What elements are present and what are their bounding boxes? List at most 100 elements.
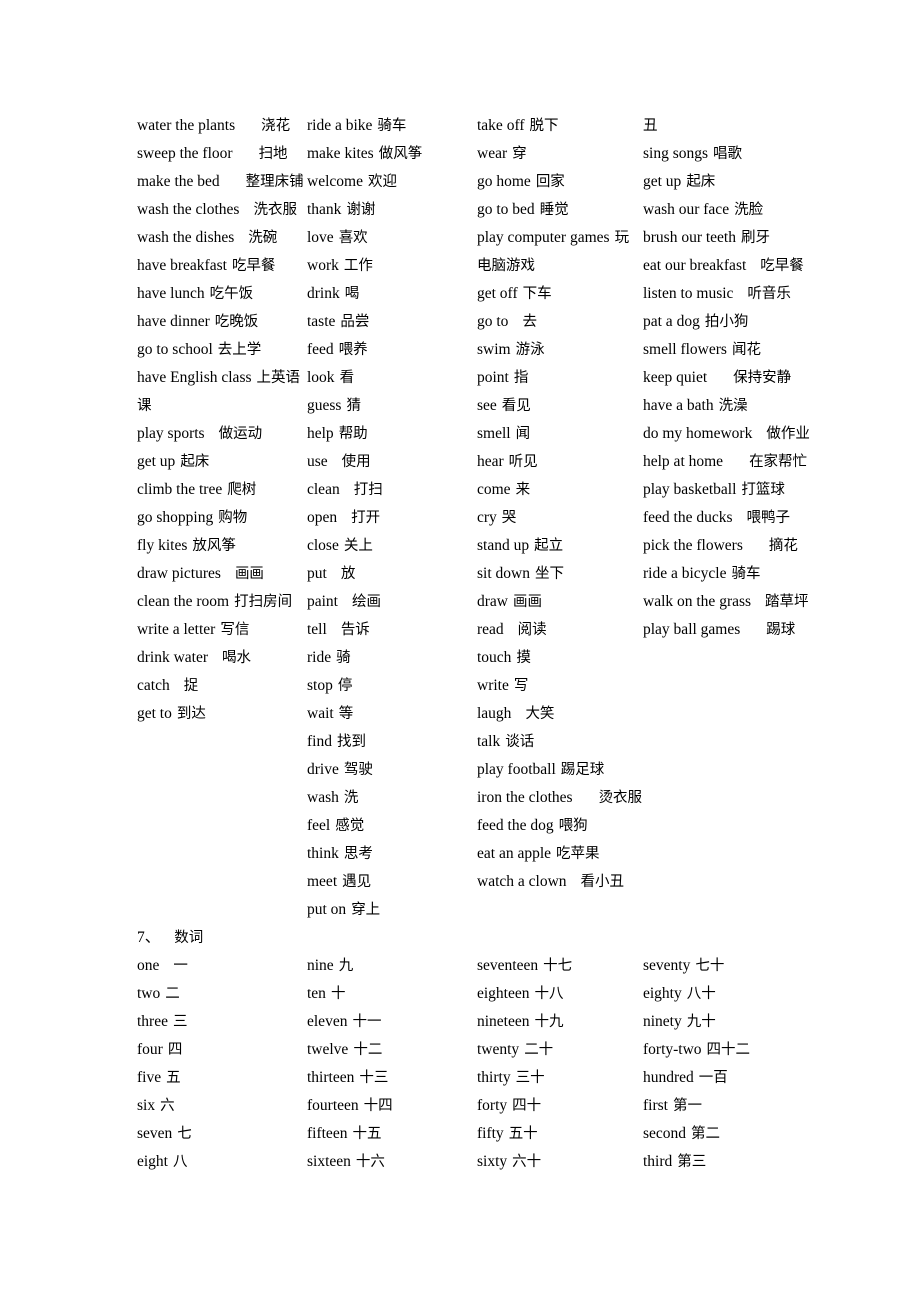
vocabulary-entry-english: do my homework (643, 425, 753, 442)
vocabulary-entry-chinese: 使用 (341, 454, 371, 470)
vocabulary-entry-item: play sports 做运动 (137, 420, 307, 448)
vocabulary-entry-item: clean 打扫 (307, 476, 477, 504)
vocabulary-entry-english: tell (307, 621, 327, 638)
vocabulary-entry-chinese: 烫衣服 (598, 790, 643, 806)
number-entry-chinese: 三 (172, 1014, 188, 1030)
vocabulary-entry-chinese: 打扫房间 (234, 594, 293, 610)
vocabulary-entry-english: play basketball (643, 481, 737, 498)
vocabulary-entry-chinese: 游泳 (515, 342, 545, 358)
vocabulary-entry-chinese: 喜欢 (338, 230, 368, 246)
vocabulary-entry-item: listen to music 听音乐 (643, 280, 833, 308)
number-entry-item: nineteen 十九 (477, 1008, 643, 1036)
number-entry-english: one (137, 957, 160, 974)
number-entry-chinese: 九十 (686, 1014, 716, 1030)
vocabulary-entry-item: talk 谈话 (477, 728, 643, 756)
vocabulary-entry-english: get up (137, 453, 176, 470)
vocabulary-entry-item: put 放 (307, 560, 477, 588)
vocabulary-entry-english: have dinner (137, 313, 210, 330)
vocabulary-entry-chinese: 打扫 (353, 482, 383, 498)
vocabulary-entry-item: drink 喝 (307, 280, 477, 308)
number-entry-chinese: 七十 (695, 958, 725, 974)
vocabulary-entry-item: write 写 (477, 672, 643, 700)
vocabulary-entry-item: climb the tree 爬树 (137, 476, 307, 504)
vocabulary-entry-item: tell 告诉 (307, 616, 477, 644)
vocabulary-entry-item: put on 穿上 (307, 896, 477, 924)
vocabulary-entry-chinese: 起床 (180, 454, 210, 470)
vocabulary-entry-chinese: 画画 (513, 594, 542, 610)
vocabulary-entry-item: feed 喂养 (307, 336, 477, 364)
number-entry-chinese: 六十 (512, 1154, 542, 1170)
number-entry-english: forty (477, 1097, 508, 1114)
vocabulary-entry-chinese: 指 (513, 370, 529, 386)
number-entry-item: sixteen 十六 (307, 1148, 477, 1176)
number-entry-item: two 二 (137, 980, 307, 1008)
vocabulary-entry-english: sweep the floor (137, 145, 233, 162)
vocabulary-entry-english: guess (307, 397, 342, 414)
number-entry-english: first (643, 1097, 668, 1114)
number-entry-item: one 一 (137, 952, 307, 980)
number-entry-item: ten 十 (307, 980, 477, 1008)
vocabulary-entry-english: brush our teeth (643, 229, 736, 246)
vocabulary-entry-item: thank 谢谢 (307, 196, 477, 224)
vocabulary-entry-chinese: 喝 (344, 286, 360, 302)
number-entry-english: thirty (477, 1069, 511, 1086)
number-entry-item: thirty 三十 (477, 1064, 643, 1092)
section-heading: 7、 数词 (137, 924, 837, 952)
vocabulary-entry-item: play football 踢足球 (477, 756, 643, 784)
vocabulary-entry-item: have lunch 吃午饭 (137, 280, 307, 308)
number-entry-english: hundred (643, 1069, 694, 1086)
vocabulary-entry-english: play sports (137, 425, 205, 442)
vocabulary-entry-chinese: 骑车 (731, 566, 761, 582)
number-entry-english: thirteen (307, 1069, 355, 1086)
numbers-column-3: seventeen 十七 eighteen 十八 nineteen 十九 twenty 二十 t… (477, 952, 643, 1176)
vocabulary-entry-item: close 关上 (307, 532, 477, 560)
vocabulary-entry-english: wait (307, 705, 334, 722)
vocabulary-entry-item: wash the dishes 洗碗 (137, 224, 307, 252)
vocabulary-entry-english: catch (137, 677, 170, 694)
number-entry-english: nineteen (477, 1013, 530, 1030)
vocabulary-entry-english: touch (477, 649, 512, 666)
vocabulary-entry-chinese: 去上学 (217, 342, 262, 358)
number-entry-chinese: 九 (338, 958, 354, 974)
vocabulary-entry-chinese: 在家帮忙 (749, 454, 808, 470)
vocabulary-entry-english: watch a clown (477, 873, 567, 890)
numbers-column-2: nine 九 ten 十 eleven 十一 twelve 十二 thirteen 十三 fourt… (307, 952, 477, 1176)
vocabulary-entry-chinese: 保持安静 (733, 370, 792, 386)
number-entry-chinese: 第三 (677, 1154, 707, 1170)
numbers-column-1: one 一 two 二 three 三 four 四 five 五 six 六 seven 七 eight 八 (137, 952, 307, 1176)
vocabulary-entry-item: play ball games 踢球 (643, 616, 833, 644)
number-entry-english: six (137, 1097, 156, 1114)
vocabulary-entry-english: take off (477, 117, 525, 134)
number-entry-chinese: 七 (177, 1126, 192, 1142)
vocabulary-entry-item: stand up 起立 (477, 532, 643, 560)
vocabulary-entry-item: go to bed 睡觉 (477, 196, 643, 224)
vocabulary-entry-chinese: 喂鸭子 (746, 510, 791, 526)
vocabulary-entry-english: have a bath (643, 397, 714, 414)
vocabulary-entry-english: put on (307, 901, 347, 918)
vocabulary-entry-item: wash our face 洗脸 (643, 196, 833, 224)
vocabulary-entry-chinese: 大笑 (525, 706, 555, 722)
vocabulary-entry-chinese: 帮助 (338, 426, 368, 442)
vocabulary-entry-chinese: 骑 (336, 650, 351, 666)
vocabulary-entry-chinese: 吃午饭 (209, 286, 254, 302)
vocabulary-grid: water the plants 浇花 sweep the floor 扫地 make … (137, 112, 837, 924)
vocabulary-entry-chinese: 到达 (176, 706, 206, 722)
number-entry-chinese: 四 (167, 1042, 183, 1058)
vocabulary-entry-english: drink (307, 285, 340, 302)
vocabulary-entry-english: drive (307, 761, 339, 778)
vocabulary-entry-english: drink water (137, 649, 209, 666)
vocabulary-entry-item: make kites 做风筝 (307, 140, 477, 168)
vocabulary-column-2: ride a bike 骑车 make kites 做风筝 welcome 欢迎 thank… (307, 112, 477, 924)
vocabulary-entry-chinese: 画画 (234, 566, 264, 582)
number-entry-item: fourteen 十四 (307, 1092, 477, 1120)
vocabulary-entry-english: feel (307, 817, 331, 834)
number-entry-item: hundred 一百 (643, 1064, 833, 1092)
vocabulary-entry-chinese: 绘画 (352, 594, 381, 610)
vocabulary-entry-chinese: 闻花 (731, 342, 761, 358)
number-entry-item: twelve 十二 (307, 1036, 477, 1064)
vocabulary-entry-item: use 使用 (307, 448, 477, 476)
vocabulary-entry-item: go home 回家 (477, 168, 643, 196)
vocabulary-entry-english: wash our face (643, 201, 730, 218)
vocabulary-entry-item: drive 驾驶 (307, 756, 477, 784)
vocabulary-entry-english: meet (307, 873, 338, 890)
